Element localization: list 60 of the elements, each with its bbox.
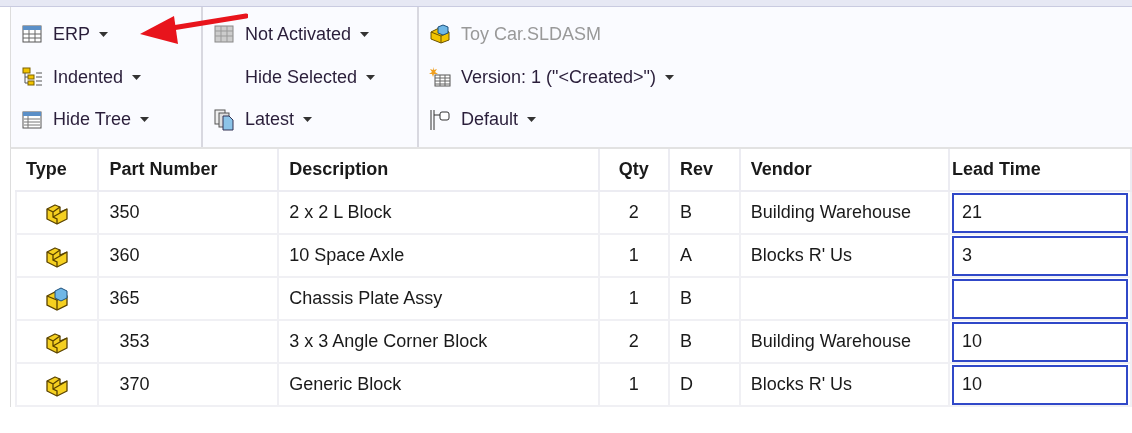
- lead-time-field[interactable]: 3: [951, 235, 1128, 276]
- table-icon: [429, 67, 451, 87]
- table-cell: Blocks R' Us: [750, 245, 853, 265]
- caret-icon: [140, 117, 150, 123]
- table-cell: 1: [628, 288, 639, 308]
- table-icon: [22, 110, 42, 129]
- table-cell: Blocks R' Us: [750, 374, 853, 394]
- column-header: Lead Time: [948, 149, 1131, 191]
- column-header: Type: [16, 149, 99, 191]
- lead-time-field[interactable]: 10: [951, 321, 1128, 362]
- table-cell: Chassis Plate Assy: [289, 288, 443, 308]
- table-cell: Building Warehouse: [750, 331, 912, 351]
- caret-icon: [360, 31, 370, 37]
- table-cell: D: [680, 374, 694, 394]
- caret-icon: [99, 31, 108, 37]
- table-cell: 350: [109, 202, 140, 222]
- toolbar-button[interactable]: Hide Tree: [15, 98, 197, 141]
- toolbar-button[interactable]: Default: [423, 98, 678, 141]
- table-cell: A: [680, 245, 693, 265]
- documents-icon: [214, 108, 234, 131]
- caret-icon: [664, 74, 674, 80]
- lead-time-field[interactable]: 21: [951, 192, 1128, 233]
- table-cell: B: [680, 288, 693, 308]
- caret-icon: [527, 117, 537, 123]
- table-cell: 2: [628, 202, 639, 222]
- column-header: Description: [278, 149, 599, 191]
- table-cell: 365: [109, 288, 140, 308]
- table-cell: B: [680, 331, 693, 351]
- configuration-icon: [429, 108, 451, 131]
- toolbar-button[interactable]: Hide Selected: [207, 55, 413, 99]
- assembly-block-icon: [44, 286, 71, 311]
- caret-icon: [132, 74, 142, 80]
- column-header: Rev: [669, 149, 740, 191]
- table-cell: 1: [628, 374, 639, 394]
- lead-time-field[interactable]: [951, 278, 1128, 319]
- column-header: Part Number: [98, 149, 279, 191]
- toolbar-button[interactable]: Not Activated: [207, 13, 413, 56]
- table-cell: 1: [628, 245, 639, 265]
- table-cell: Generic Block: [289, 374, 402, 394]
- table-icon: [214, 25, 234, 44]
- tree-icon: [21, 67, 43, 87]
- table-icon: [22, 25, 42, 44]
- table-cell-text: 370: [118, 374, 150, 394]
- block-icon: [429, 24, 451, 45]
- table-cell-text: 353: [118, 331, 150, 351]
- toolbar-button[interactable]: Indented: [15, 55, 197, 99]
- column-header: Vendor: [739, 149, 949, 191]
- table-cell: 10 Space Axle: [289, 245, 405, 265]
- table-cell: Building Warehouse: [750, 202, 912, 222]
- toolbar-button[interactable]: Latest: [207, 98, 413, 141]
- table-cell: 3 x 3 Angle Corner Block: [289, 331, 488, 351]
- caret-icon: [366, 74, 376, 80]
- table-cell: B: [680, 202, 693, 222]
- table-cell: 360: [109, 245, 140, 265]
- toolbar-button[interactable]: Version: 1 ("<Created>"): [423, 55, 678, 99]
- column-header: Qty: [598, 149, 670, 191]
- caret-icon: [303, 117, 313, 123]
- lead-time-field[interactable]: 10: [951, 364, 1128, 405]
- table-cell: 2 x 2 L Block: [289, 202, 392, 222]
- table-cell: 2: [628, 331, 639, 351]
